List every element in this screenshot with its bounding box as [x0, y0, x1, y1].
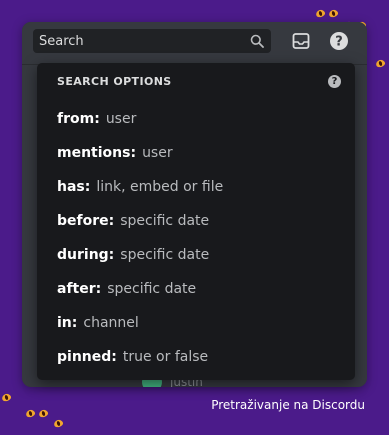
search-option-pinned[interactable]: pinned: true or false	[57, 340, 341, 374]
search-option-during[interactable]: during: specific date	[57, 238, 341, 272]
search-icon[interactable]	[249, 33, 265, 49]
option-key: during:	[57, 247, 115, 263]
image-caption: Pretraživanje na Discordu	[211, 398, 365, 412]
popout-title: SEARCH OPTIONS	[57, 75, 172, 88]
option-value: specific date	[120, 247, 210, 263]
search-options-popout: SEARCH OPTIONS ? from: user mentions: us…	[37, 63, 355, 380]
search-options-list: from: user mentions: user has: link, emb…	[57, 102, 341, 374]
search-option-has[interactable]: has: link, embed or file	[57, 170, 341, 204]
svg-text:?: ?	[335, 35, 343, 50]
popout-header: SEARCH OPTIONS ?	[57, 75, 341, 88]
decorative-eyes	[53, 418, 64, 429]
decorative-eyes	[25, 408, 49, 419]
help-icon[interactable]: ?	[328, 30, 350, 52]
option-value: user	[105, 111, 137, 127]
search-option-from[interactable]: from: user	[57, 102, 341, 136]
option-key: from:	[57, 111, 100, 127]
search-option-before[interactable]: before: specific date	[57, 204, 341, 238]
inbox-icon[interactable]	[290, 30, 312, 52]
option-key: mentions:	[57, 145, 137, 161]
question-mark-icon[interactable]: ?	[328, 75, 341, 88]
option-key: pinned:	[57, 349, 117, 365]
channel-header: ?	[22, 22, 367, 65]
search-option-after[interactable]: after: specific date	[57, 272, 341, 306]
option-key: in:	[57, 315, 78, 331]
option-value: user	[142, 145, 173, 161]
option-value: link, embed or file	[96, 179, 224, 195]
option-value: channel	[83, 315, 139, 331]
decorative-eyes	[1, 392, 12, 403]
option-value: true or false	[122, 349, 209, 365]
search-option-mentions[interactable]: mentions: user	[57, 136, 341, 170]
option-key: before:	[57, 213, 115, 229]
search-option-in[interactable]: in: channel	[57, 306, 341, 340]
search-bar[interactable]	[33, 29, 271, 53]
option-key: after:	[57, 281, 102, 297]
decorative-eyes	[375, 58, 386, 69]
option-key: has:	[57, 179, 91, 195]
option-value: specific date	[120, 213, 210, 229]
decorative-eyes	[315, 8, 339, 19]
search-input[interactable]	[39, 30, 249, 52]
option-value: specific date	[107, 281, 197, 297]
